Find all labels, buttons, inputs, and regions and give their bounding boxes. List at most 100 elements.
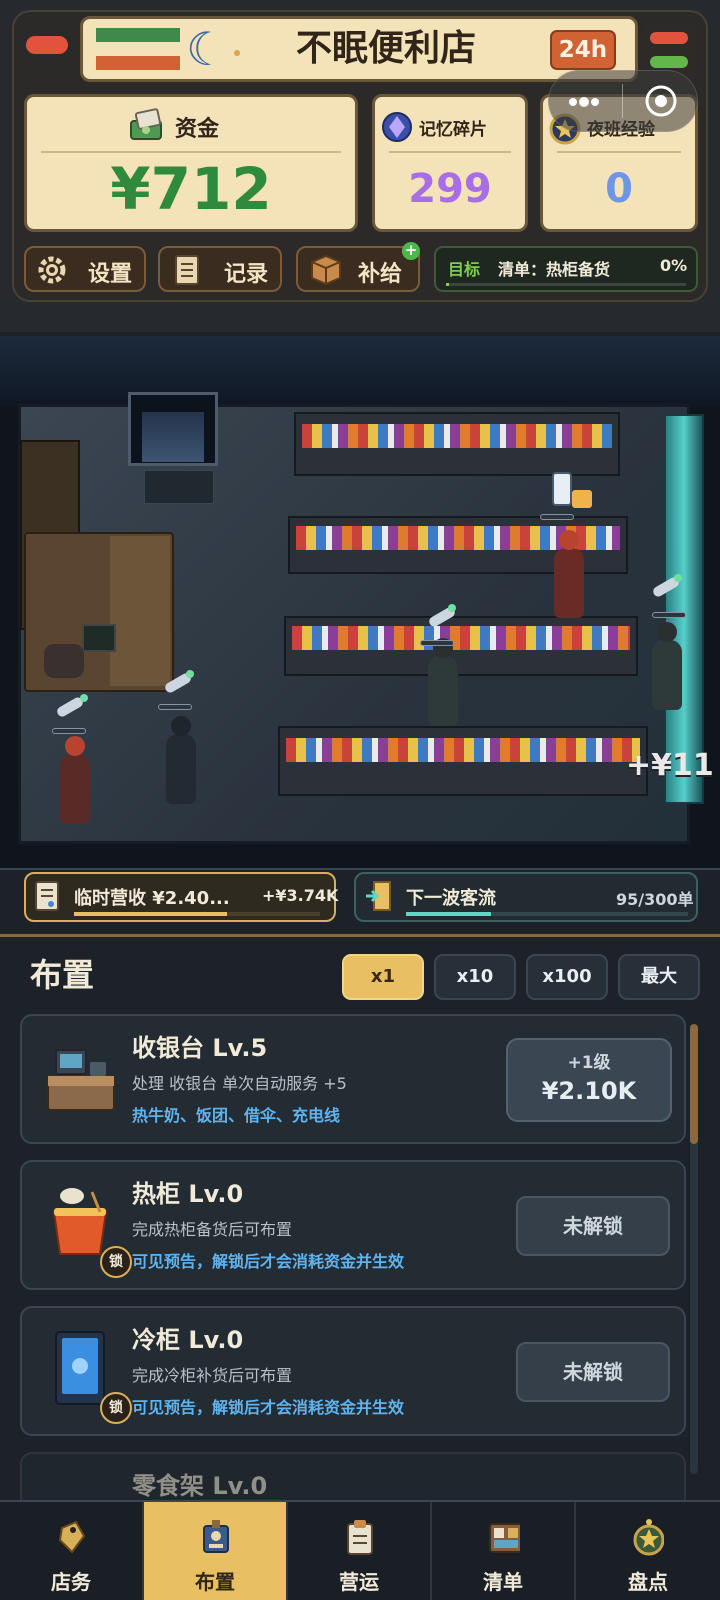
star-badge-icon: [633, 1519, 664, 1556]
nav-label: 营运: [339, 1570, 379, 1594]
cold-cabinet-note: 可见预告，解锁后才会消耗资金并生效: [132, 1398, 405, 1417]
cashier-note: 热牛奶、饭团、借伞、充电线: [132, 1106, 341, 1125]
multiplier-x100-button[interactable]: x100: [526, 954, 608, 1000]
upgrade-card-cashier: 收银台 Lv.5 处理 收银台 单次自动服务 +5 热牛奶、饭团、借伞、充电线 …: [20, 1014, 686, 1144]
nav-label: 店务: [51, 1570, 91, 1594]
lock-badge: 锁: [100, 1392, 132, 1424]
shelf-goods[interactable]: [278, 726, 648, 796]
hot-cabinet-locked-button[interactable]: 未解锁: [516, 1196, 670, 1256]
nav-label: 布置: [195, 1570, 235, 1594]
supply-plus-badge: +: [402, 242, 420, 260]
nav-tab-store[interactable]: 店务: [0, 1502, 144, 1600]
wave-count: 95/300单: [616, 890, 694, 909]
nav-tab-layout[interactable]: 布置: [144, 1502, 288, 1600]
cash-stack-icon: [130, 108, 162, 140]
id-badge-icon: [203, 1520, 229, 1553]
cold-cabinet-title: 冷柜 Lv.0: [132, 1326, 244, 1354]
records-label: 记录: [224, 262, 269, 287]
goal-progress-track: [446, 283, 686, 286]
goal-label: 目标: [448, 260, 481, 279]
receipt-icon: [35, 881, 59, 911]
revenue-progress-fill: [74, 912, 227, 916]
money-stat-card: 资金 ¥712: [24, 94, 358, 232]
status-dot-icon: [80, 694, 88, 702]
cashier-title: 收银台 Lv.5: [132, 1034, 268, 1062]
settings-button[interactable]: 设置: [24, 246, 146, 292]
memory-crystal-icon: [382, 112, 412, 142]
revenue-gain: +¥3.74K: [262, 886, 339, 905]
goal-percent: 0%: [660, 256, 688, 275]
shelf-food[interactable]: [284, 616, 638, 676]
cold-cabinet-locked-button[interactable]: 未解锁: [516, 1342, 670, 1402]
multiplier-x1-button[interactable]: x1: [342, 954, 424, 1000]
nav-label: 清单: [483, 1570, 523, 1594]
wave-text: 下一波客流: [406, 888, 496, 909]
patience-bar: [420, 640, 454, 646]
memory-divider: [389, 151, 511, 153]
multiplier-x10-button[interactable]: x10: [434, 954, 516, 1000]
moon-icon: ☾: [186, 22, 228, 76]
status-dot-icon: [186, 670, 194, 678]
counter-side: [110, 536, 170, 686]
hot-cabinet-title: 热柜 Lv.0: [132, 1180, 244, 1208]
upgrade-card-hot-cabinet: 锁 热柜 Lv.0 完成热柜备货后可布置 可见预告，解锁后才会消耗资金并生效 未…: [20, 1160, 686, 1290]
price-tag-icon: [58, 1520, 86, 1554]
night-exp-value: 0: [605, 166, 633, 212]
wave-progress-fill: [406, 912, 491, 916]
nav-label: 盘点: [628, 1570, 668, 1594]
memory-value: 299: [408, 166, 492, 212]
cash-register-icon: [47, 1049, 115, 1111]
patience-bar: [158, 704, 192, 710]
bag-icon: [572, 490, 592, 508]
lock-badge: 锁: [100, 1246, 132, 1278]
money-value: ¥712: [110, 155, 272, 223]
hot-cabinet-note: 可见预告，解锁后才会消耗资金并生效: [132, 1252, 405, 1271]
upgrade-card-cold-cabinet: 锁 冷柜 Lv.0 完成冷柜补货后可布置 可见预告，解锁后才会消耗资金并生效 未…: [20, 1306, 686, 1436]
nav-tab-inventory[interactable]: 盘点: [576, 1502, 720, 1600]
cashier-upgrade-button[interactable]: +1级 ¥2.10K: [506, 1038, 672, 1122]
store-title: 不眠便利店: [295, 28, 476, 69]
door-enter-icon: [366, 881, 391, 911]
night-exp-divider: [557, 151, 681, 153]
clipboard-icon: [347, 1520, 373, 1555]
memory-fragments-card: 记忆碎片 299: [372, 94, 528, 232]
supply-box-icon: [311, 254, 341, 286]
drink-cooler-wall: [664, 414, 704, 804]
left-indicator-pill: [26, 36, 68, 54]
multiplier-max-button[interactable]: 最大: [618, 954, 700, 1000]
upgrade-level-label: +1级: [567, 1053, 611, 1073]
money-label: 资金: [175, 117, 220, 142]
gear-icon: [38, 256, 66, 284]
patience-bar: [52, 728, 86, 734]
list-scroll-thumb[interactable]: [690, 1024, 698, 1144]
capsule-divider: [622, 84, 623, 118]
nav-tab-operations[interactable]: 营运: [288, 1502, 432, 1600]
fridge-icon: [55, 1331, 105, 1405]
supply-label: 补给: [358, 262, 403, 287]
store-flag-icon: [96, 28, 180, 72]
bulletin-board-icon: [489, 1523, 520, 1553]
customer-sprite[interactable]: [166, 716, 196, 804]
status-dot-icon: [674, 574, 682, 582]
more-dots-icon[interactable]: [566, 94, 602, 108]
goal-text: 清单：热柜备货: [498, 260, 611, 279]
nav-tab-checklist[interactable]: 清单: [432, 1502, 576, 1600]
customer-sprite[interactable]: [554, 530, 584, 618]
status-dot-icon: [448, 604, 456, 612]
revenue-text: 临时营收 ¥2.40...: [74, 888, 230, 909]
customer-sprite[interactable]: [428, 638, 458, 726]
shelf-snacks[interactable]: [294, 412, 620, 476]
ledger-icon: [175, 255, 199, 285]
cashier-cat-sprite: [44, 644, 84, 678]
memory-label: 记忆碎片: [419, 120, 487, 140]
layout-panel-title: 布置: [30, 956, 95, 994]
customer-sprite[interactable]: [652, 622, 682, 710]
hot-food-cup-icon: [52, 1188, 108, 1255]
records-button[interactable]: 记录: [158, 246, 282, 292]
close-target-icon[interactable]: [644, 84, 678, 118]
door-mat: [144, 470, 214, 504]
hours-badge: 24h: [550, 30, 616, 70]
customer-sprite[interactable]: [60, 736, 90, 824]
cold-cabinet-desc: 完成冷柜补货后可布置: [132, 1366, 293, 1385]
patience-bar: [540, 514, 574, 520]
